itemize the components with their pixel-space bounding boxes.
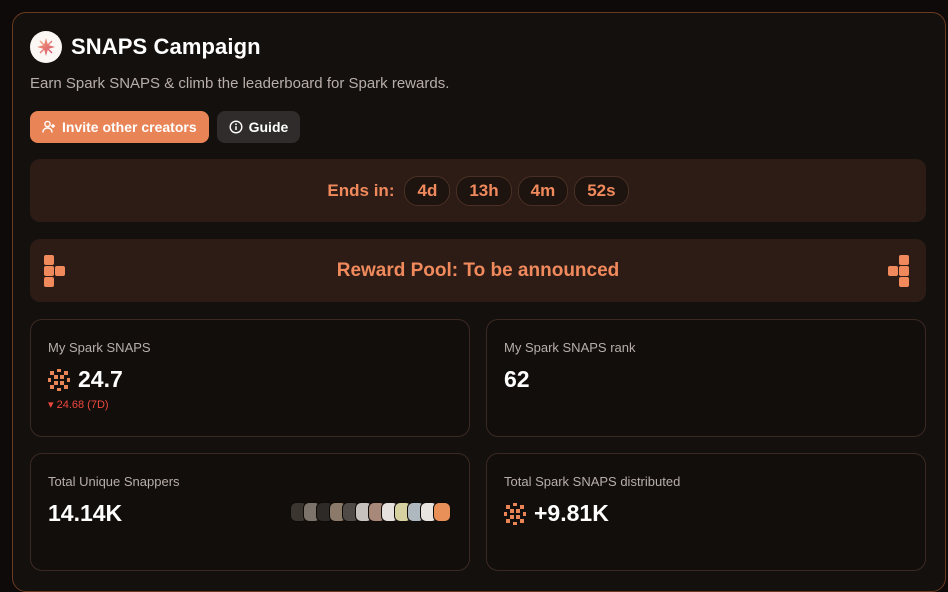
- my-rank-value: 62: [504, 366, 530, 392]
- distributed-value: +9.81K: [534, 500, 609, 526]
- my-snaps-delta: ▾ 24.68 (7D): [48, 399, 109, 411]
- spark-logo-icon: [30, 31, 62, 63]
- snapper-avatars: [290, 502, 451, 522]
- unique-snappers-value: 14.14K: [48, 500, 123, 526]
- campaign-panel: SNAPS Campaign Earn Spark SNAPS & climb …: [12, 12, 946, 592]
- pixel-arrow-icon: [888, 255, 909, 287]
- invite-creators-button[interactable]: Invite other creators: [30, 111, 209, 143]
- action-buttons: Invite other creators Guide: [30, 111, 301, 143]
- reward-pool-banner: Reward Pool: To be announced: [30, 239, 926, 302]
- page-subtitle: Earn Spark SNAPS & climb the leaderboard…: [30, 75, 450, 92]
- my-snaps-card: My Spark SNAPS 24.7 ▾ 24.68 (7D): [30, 319, 470, 437]
- reward-pool-text: Reward Pool: To be announced: [336, 259, 620, 281]
- unique-snappers-card: Total Unique Snappers 14.14K: [30, 453, 470, 571]
- user-plus-icon: [42, 120, 55, 133]
- invite-button-label: Invite other creators: [62, 119, 197, 135]
- countdown-banner: Ends in: 4d 13h 4m 52s: [30, 159, 926, 222]
- guide-button[interactable]: Guide: [216, 111, 301, 143]
- page-title: SNAPS Campaign: [71, 34, 261, 59]
- guide-button-label: Guide: [248, 119, 289, 135]
- my-rank-card: My Spark SNAPS rank 62: [486, 319, 926, 437]
- distributed-label: Total Spark SNAPS distributed: [504, 474, 681, 489]
- snapper-avatar: [433, 502, 451, 522]
- my-snaps-value: 24.7: [78, 366, 123, 392]
- snaps-burst-icon: [504, 502, 526, 525]
- snaps-burst-icon: [48, 368, 70, 391]
- countdown-days: 4d: [404, 175, 451, 206]
- pixel-arrow-icon: [44, 255, 65, 287]
- countdown-seconds: 52s: [574, 175, 629, 206]
- my-snaps-value-row: 24.7: [48, 366, 123, 393]
- distributed-card: Total Spark SNAPS distributed +9.81K: [486, 453, 926, 571]
- countdown-hours: 13h: [456, 175, 512, 206]
- countdown-minutes: 4m: [517, 175, 569, 206]
- campaign-header: SNAPS Campaign: [30, 31, 261, 63]
- countdown-label: Ends in:: [327, 180, 395, 200]
- my-snaps-label: My Spark SNAPS: [48, 340, 151, 355]
- info-circle-icon: [229, 120, 243, 134]
- unique-snappers-label: Total Unique Snappers: [48, 474, 180, 489]
- distributed-value-row: +9.81K: [504, 500, 609, 527]
- my-rank-label: My Spark SNAPS rank: [504, 340, 636, 355]
